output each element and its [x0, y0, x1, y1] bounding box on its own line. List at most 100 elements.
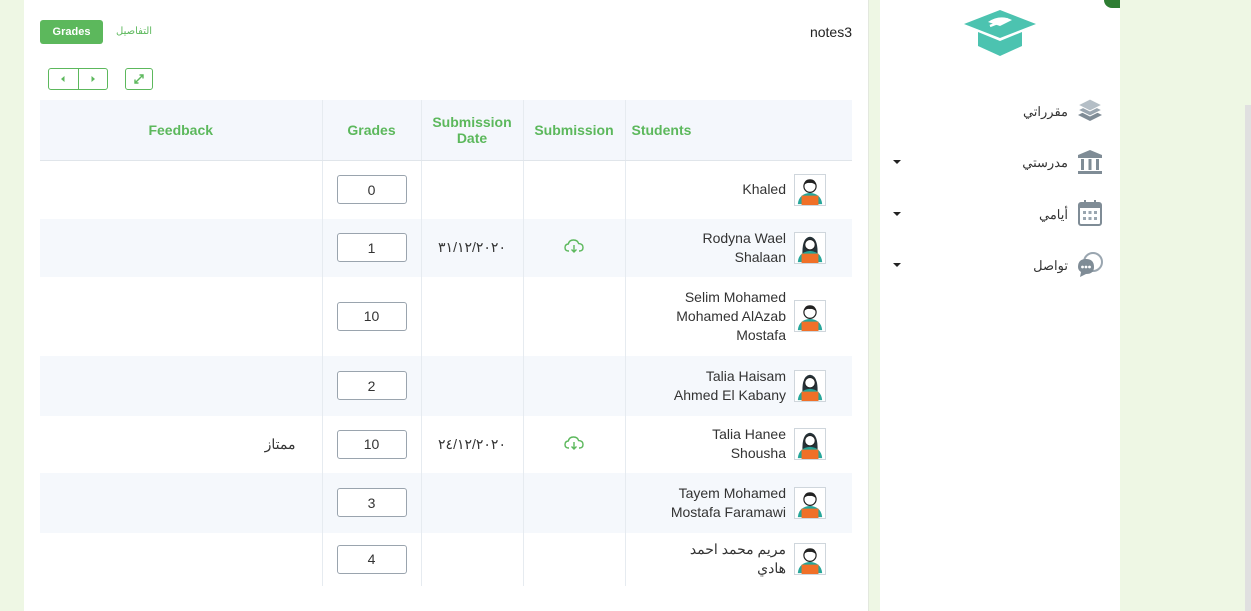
submission-date-cell: ٣١/١٢/٢٠٢٠	[421, 218, 524, 277]
student-avatar-icon	[794, 231, 826, 264]
feedback-column-header: Feedback	[40, 100, 323, 161]
table-row: ممتاز ٢٤/١٢/٢٠٢٠ Talia Hanee Shousha	[40, 415, 852, 473]
sidebar-item-label: أيامي	[1039, 207, 1068, 222]
grade-input[interactable]	[336, 429, 407, 459]
submission-cell	[523, 472, 626, 533]
sidebar-item-my-school[interactable]: مدرستي	[890, 146, 1104, 180]
submission-column-header: Submission	[523, 100, 626, 161]
sidebar	[880, 0, 1120, 611]
page-title: notes3	[809, 24, 852, 40]
student-cell: مريم محمد احمد هادي	[625, 533, 852, 586]
grade-input[interactable]	[336, 371, 407, 400]
main-panel: Grades التفاصيل notes3 Feedback Grades S…	[24, 0, 869, 611]
submission-cell[interactable]	[523, 415, 626, 473]
caret-down-icon	[893, 160, 901, 164]
grade-cell	[322, 218, 422, 277]
student-cell: Talia Haisam Ahmed El Kabany	[625, 355, 852, 416]
caret-left-icon	[61, 76, 65, 82]
grade-input[interactable]	[336, 175, 407, 205]
caret-down-icon	[893, 212, 901, 216]
submission-date-cell	[421, 355, 524, 416]
grade-cell	[322, 355, 422, 416]
student-name: Talia Haisam Ahmed El Kabany	[673, 367, 786, 403]
submission-date-cell	[421, 160, 524, 219]
student-name: Khaled	[742, 181, 786, 198]
table-nav-controls	[48, 68, 108, 90]
grade-cell	[322, 276, 422, 356]
submission-cell	[523, 160, 626, 219]
caret-right-icon	[91, 76, 95, 82]
chat-bubbles-icon	[1078, 252, 1103, 277]
table-row: Khaled	[40, 160, 852, 219]
sidebar-item-my-days[interactable]: أيامي	[890, 198, 1104, 232]
grades-button[interactable]: Grades	[40, 20, 103, 44]
grade-input[interactable]	[336, 301, 407, 331]
cloud-download-icon	[564, 239, 584, 253]
student-avatar-icon	[794, 300, 826, 332]
grade-cell	[322, 415, 422, 473]
feedback-cell: ممتاز	[40, 415, 323, 473]
grades-column-header: Grades	[322, 100, 422, 161]
grade-input[interactable]	[336, 233, 407, 262]
grade-input[interactable]	[336, 544, 407, 574]
student-cell: Talia Hanee Shousha	[625, 416, 852, 473]
caret-down-icon	[893, 263, 901, 267]
submission-cell[interactable]	[523, 218, 626, 277]
grade-cell	[322, 160, 422, 219]
calendar-icon	[1078, 200, 1102, 226]
student-name: Talia Hanee Shousha	[712, 426, 786, 461]
table-row: Tayem Mohamed Mostafa Faramawi	[40, 472, 852, 533]
cloud-download-icon	[564, 435, 584, 450]
student-name: مريم محمد احمد هادي	[689, 541, 786, 576]
sidebar-item-communicate[interactable]: تواصل	[890, 249, 1104, 283]
prev-button[interactable]	[49, 69, 78, 89]
submission-cell	[523, 355, 626, 416]
sidebar-item-courses[interactable]: مقرراتي	[890, 95, 1104, 129]
submission-date-cell: ٢٤/١٢/٢٠٢٠	[421, 415, 524, 473]
submission-date-column-header: Submission Date	[421, 100, 524, 161]
table-row: ٣١/١٢/٢٠٢٠ Rodyna Wael Shalaan	[40, 218, 852, 277]
details-link[interactable]: التفاصيل	[116, 26, 152, 37]
table-header-row: Feedback Grades Submission Date Submissi…	[40, 100, 852, 161]
grade-cell	[322, 472, 422, 533]
sidebar-item-label: مدرستي	[1022, 155, 1068, 170]
submission-date-cell	[421, 532, 524, 586]
table-row: مريم محمد احمد هادي	[40, 532, 852, 586]
student-avatar-icon	[794, 428, 826, 460]
student-cell: Tayem Mohamed Mostafa Faramawi	[625, 472, 852, 533]
next-button[interactable]	[77, 69, 108, 89]
sidebar-item-label: مقرراتي	[1022, 104, 1068, 119]
student-name: Rodyna Wael Shalaan	[702, 229, 786, 265]
student-name: Selim Mohamed Mohamed AlAzab Mostafa	[676, 288, 786, 343]
feedback-cell	[40, 355, 323, 416]
fullscreen-button[interactable]	[125, 68, 153, 90]
layers-icon	[1076, 98, 1104, 121]
student-avatar-icon	[794, 369, 826, 402]
student-avatar-icon	[794, 543, 826, 575]
app-logo-icon	[964, 10, 1036, 56]
feedback-cell	[40, 532, 323, 586]
student-cell: Khaled	[625, 161, 852, 219]
submission-cell	[523, 276, 626, 356]
grade-cell	[322, 532, 422, 586]
grades-table: Feedback Grades Submission Date Submissi…	[40, 100, 852, 586]
expand-icon	[134, 74, 144, 84]
student-avatar-icon	[794, 173, 826, 206]
students-column-header: Students	[625, 100, 852, 161]
feedback-cell	[40, 218, 323, 277]
table-row: Talia Haisam Ahmed El Kabany	[40, 355, 852, 416]
submission-date-cell	[421, 276, 524, 356]
table-row: Selim Mohamed Mohamed AlAzab Mostafa	[40, 276, 852, 356]
feedback-cell	[40, 276, 323, 356]
submission-cell	[523, 532, 626, 586]
school-building-icon	[1078, 150, 1102, 174]
submission-date-cell	[421, 472, 524, 533]
scrollbar[interactable]	[1245, 105, 1251, 611]
sidebar-item-label: تواصل	[1033, 258, 1068, 273]
student-avatar-icon	[794, 486, 826, 519]
student-cell: Rodyna Wael Shalaan	[625, 218, 852, 277]
feedback-cell	[40, 160, 323, 219]
grade-input[interactable]	[336, 488, 407, 517]
feedback-cell	[40, 472, 323, 533]
student-cell: Selim Mohamed Mohamed AlAzab Mostafa	[625, 277, 852, 356]
